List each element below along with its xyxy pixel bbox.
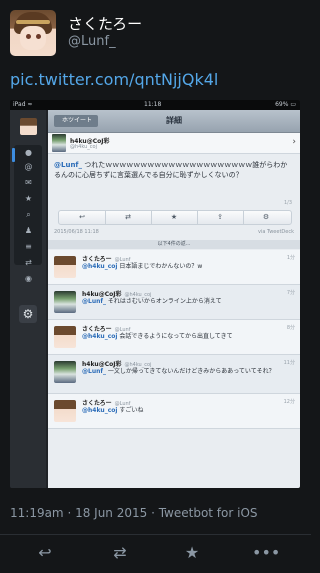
author-avatar[interactable] xyxy=(10,10,56,56)
retweets-icon[interactable]: ⇄ xyxy=(24,258,33,267)
retweet-icon[interactable]: ⇄ xyxy=(105,211,152,224)
account-avatar[interactable] xyxy=(20,118,37,135)
messages-icon[interactable]: ✉ xyxy=(24,178,33,187)
search-icon[interactable]: ⌕ xyxy=(24,210,33,219)
ipad-status-bar: iPad ≈ 11:18 69% ▭ xyxy=(10,100,300,110)
detail-text: @Lunf_ つれたｗｗｗｗｗｗｗｗｗｗｗｗｗｗｗｗｗｗｗｗｗ誰がらわかるんのに… xyxy=(54,161,288,179)
retweet-icon[interactable]: ⇄ xyxy=(108,543,132,563)
detail-panel: 詳細 ホツイート h4ku@CoJ彩 @h4ku_coj › @Lunf_ つれ… xyxy=(48,110,300,488)
tweet-header: さくたろー @Lunf_ xyxy=(0,0,311,64)
detail-meta: 2015/06/18 11:18 via TweetDeck xyxy=(54,229,294,235)
avatar[interactable] xyxy=(54,361,76,383)
page-indicator: 1/3 xyxy=(283,200,292,206)
lists-icon[interactable]: ≡ xyxy=(24,242,33,251)
author-handle[interactable]: @Lunf_ xyxy=(68,34,116,49)
more-icon[interactable]: ••• xyxy=(252,543,280,563)
reply-icon[interactable]: ↩ xyxy=(59,211,106,224)
attached-screenshot[interactable]: iPad ≈ 11:18 69% ▭ ● @ ✉ ★ ⌕ ♟ ≡ ⇄ ◉ ⚙ 詳… xyxy=(10,100,300,488)
more-replies-bar[interactable]: 以下4件の返... xyxy=(48,240,300,249)
chevron-right-icon: › xyxy=(292,137,296,147)
settings-gear-icon[interactable]: ⚙ xyxy=(19,305,37,323)
favorite-icon[interactable]: ★ xyxy=(151,211,198,224)
divider xyxy=(0,534,311,535)
mute-icon[interactable]: ◉ xyxy=(24,274,33,283)
timeline-icon[interactable]: ● xyxy=(24,148,33,157)
avatar[interactable] xyxy=(54,291,76,313)
list-item[interactable]: さくたろー @Lunf_ 12分 @h4ku_coj すごいね xyxy=(48,394,300,429)
detail-avatar[interactable] xyxy=(52,134,66,152)
tweet-meta: 11:19am · 18 Jun 2015 · Tweetbot for iOS xyxy=(10,506,258,520)
share-icon[interactable]: ⇪ xyxy=(197,211,244,224)
author-name[interactable]: さくたろー xyxy=(68,13,142,34)
avatar[interactable] xyxy=(54,256,76,278)
profile-icon[interactable]: ♟ xyxy=(24,226,33,235)
list-item[interactable]: h4ku@CoJ彩 @h4ku_coj 11分 @Lunf_ 一文しか帰ってきてな… xyxy=(48,355,300,394)
list-item[interactable]: さくたろー @Lunf_ 8分 @h4ku_coj 会話できるようになってから出直… xyxy=(48,320,300,355)
detail-nav-bar: 詳細 ホツイート xyxy=(48,110,300,133)
avatar[interactable] xyxy=(54,326,76,348)
avatar[interactable] xyxy=(54,400,76,422)
list-item[interactable]: h4ku@CoJ彩 @h4ku_coj 7分 @Lunf_ それはさむいからオンラ… xyxy=(48,285,300,320)
favorites-icon[interactable]: ★ xyxy=(24,194,33,203)
tweet-media-link[interactable]: pic.twitter.com/qntNjjQk4l xyxy=(10,70,218,89)
favorite-icon[interactable]: ★ xyxy=(180,543,204,563)
tweetbot-sidebar: ● @ ✉ ★ ⌕ ♟ ≡ ⇄ ◉ ⚙ xyxy=(10,110,46,488)
reply-icon[interactable]: ↩ xyxy=(33,543,57,563)
detail-action-bar: ↩ ⇄ ★ ⇪ ⚙ xyxy=(58,210,292,225)
detail-author[interactable]: h4ku@CoJ彩 @h4ku_coj › xyxy=(48,133,300,154)
gear-icon[interactable]: ⚙ xyxy=(243,211,289,224)
mentions-icon[interactable]: @ xyxy=(24,162,33,171)
list-item[interactable]: さくたろー @Lunf_ 1分 @h4ku_coj 日本語まじでわかんないの？w xyxy=(48,250,300,285)
back-button[interactable]: ホツイート xyxy=(54,115,99,127)
